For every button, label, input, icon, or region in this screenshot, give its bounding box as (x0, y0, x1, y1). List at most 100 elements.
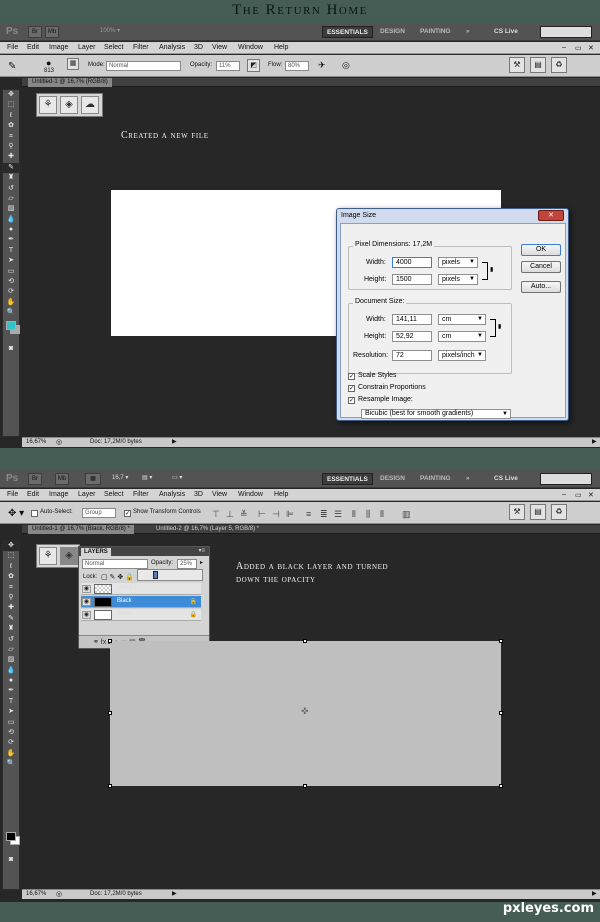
stamp-tool-icon[interactable]: ♜ (3, 624, 19, 634)
transform-handle[interactable] (499, 711, 503, 715)
zoom-level-box[interactable]: 100% ▾ (100, 27, 120, 34)
workspace-more[interactable]: » (462, 26, 474, 38)
menu-image[interactable]: Image (49, 44, 68, 51)
align-top-icon[interactable]: ⊤ (212, 509, 220, 520)
panel-icon-3[interactable]: ♻ (551, 57, 567, 73)
opacity-slider-thumb[interactable] (153, 571, 158, 579)
shape-tool-icon[interactable]: ▭ (3, 267, 19, 277)
dock-icon-2[interactable]: ◈ (60, 96, 78, 114)
resample-method-select[interactable]: Bicubic (best for smooth gradients) ▼ (361, 409, 511, 419)
history-brush-icon[interactable]: ↺ (3, 184, 19, 194)
blend-mode-select[interactable]: Normal (82, 559, 148, 569)
crop-tool-icon[interactable]: ⌗ (3, 583, 19, 593)
workspace-painting[interactable]: PAINTING (416, 473, 455, 485)
transform-center-icon[interactable]: ✜ (301, 706, 309, 717)
zoom-tool-icon[interactable]: 🔍 (3, 308, 19, 318)
layer-row[interactable]: ◉ Layer 1 (81, 583, 201, 595)
hand-tool-icon[interactable]: ✋ (3, 298, 19, 308)
opacity-dropdown-icon[interactable]: ▸ (200, 559, 203, 566)
menu-3d[interactable]: 3D (194, 491, 203, 498)
quick-mask-icon[interactable]: ◙ (3, 855, 19, 865)
zoom-status[interactable]: 16,67% (26, 891, 46, 897)
transform-handle[interactable] (108, 711, 112, 715)
transform-handle[interactable] (108, 639, 112, 643)
workspace-design[interactable]: DESIGN (376, 26, 409, 38)
auto-select-mode-select[interactable]: Group (82, 508, 116, 518)
restore-icon[interactable]: ▭ (575, 491, 582, 499)
cs-live-button[interactable]: CS Live (490, 26, 522, 38)
status-info-icon[interactable]: ◎ (56, 438, 62, 446)
resample-image-checkbox[interactable]: ✓ (348, 397, 355, 404)
align-vcenter-icon[interactable]: ⊥ (226, 509, 234, 520)
dock-icon-1[interactable]: ⚘ (39, 547, 57, 565)
stamp-tool-icon[interactable]: ♜ (3, 173, 19, 183)
history-brush-icon[interactable]: ↺ (3, 635, 19, 645)
brush-tool-icon[interactable]: ✎ (3, 162, 19, 174)
menu-edit[interactable]: Edit (27, 44, 39, 51)
dock-icon-1[interactable]: ⚘ (39, 96, 57, 114)
zoom-status[interactable]: 16,67% (26, 439, 46, 445)
mini-bridge-icon[interactable]: Mb (45, 26, 59, 38)
layers-tab[interactable]: LAYERS (81, 548, 111, 556)
align-hcenter-icon[interactable]: ⊣ (272, 509, 280, 520)
panel-icon-2[interactable]: ▤ (530, 57, 546, 73)
menu-view[interactable]: View (212, 44, 227, 51)
workspace-essentials[interactable]: ESSENTIALS (322, 473, 373, 485)
pixel-width-input[interactable]: 4000 (392, 257, 432, 268)
eraser-tool-icon[interactable]: ▱ (3, 194, 19, 204)
3d-orbit-tool-icon[interactable]: ⟳ (3, 287, 19, 297)
mini-bridge-icon[interactable]: Mb (55, 473, 69, 485)
distribute-vcenter-icon[interactable]: ≣ (320, 509, 328, 520)
brush-preset-icon[interactable]: ● (46, 58, 51, 68)
auto-align-icon[interactable]: ▥ (402, 509, 411, 520)
dodge-tool-icon[interactable]: ● (3, 225, 19, 235)
bridge-icon[interactable]: Br (28, 473, 42, 485)
panel-icon-1[interactable]: ⚒ (509, 57, 525, 73)
healing-tool-icon[interactable]: ✚ (3, 603, 19, 613)
menu-help[interactable]: Help (274, 491, 288, 498)
3d-rotate-tool-icon[interactable]: ⟲ (3, 728, 19, 738)
status-scroll-icon[interactable]: ▶ (592, 890, 597, 897)
status-scroll-icon[interactable]: ▶ (592, 438, 597, 445)
transform-handle[interactable] (303, 639, 307, 643)
visibility-eye-icon[interactable]: ◉ (82, 585, 91, 593)
status-arrow-icon[interactable]: ▶ (172, 890, 177, 897)
doc-width-unit-select[interactable]: cm ▼ (438, 314, 486, 325)
document-tab-1[interactable]: Untitled-1 @ 16,7% (Black, RGB/8) * (28, 525, 134, 534)
flow-field[interactable]: 80% (285, 61, 309, 71)
doc-height-input[interactable]: 52,92 (392, 331, 432, 342)
doc-width-input[interactable]: 141,11 (392, 314, 432, 325)
brush-tool-icon[interactable]: ✎ (8, 61, 16, 72)
move-tool-icon[interactable]: ✥ (3, 541, 19, 552)
distribute-top-icon[interactable]: ≡ (306, 509, 311, 519)
lasso-tool-icon[interactable]: ℓ (3, 562, 19, 572)
dodge-tool-icon[interactable]: ● (3, 676, 19, 686)
3d-orbit-tool-icon[interactable]: ⟳ (3, 738, 19, 748)
constrain-proportions-checkbox[interactable]: ✓ (348, 385, 355, 392)
close-icon[interactable]: ✕ (588, 491, 594, 499)
menu-file[interactable]: File (7, 44, 18, 51)
panel-menu-icon[interactable]: ▾≡ (198, 547, 205, 554)
doc-height-unit-select[interactable]: cm ▼ (438, 331, 486, 342)
marquee-tool-icon[interactable]: ⬚ (3, 551, 19, 561)
menu-edit[interactable]: Edit (27, 491, 39, 498)
ok-button[interactable]: OK (521, 244, 561, 256)
visibility-eye-icon[interactable]: ◉ (82, 611, 91, 619)
healing-tool-icon[interactable]: ✚ (3, 152, 19, 162)
eyedropper-tool-icon[interactable]: ⚲ (3, 593, 19, 603)
search-input[interactable] (540, 26, 592, 38)
pixel-height-input[interactable]: 1500 (392, 274, 432, 285)
panel-icon-2[interactable]: ▤ (530, 504, 546, 520)
align-left-icon[interactable]: ⊢ (258, 509, 266, 520)
gradient-tool-icon[interactable]: ▨ (3, 204, 19, 214)
move-tool-icon[interactable]: ✥ (3, 90, 19, 100)
distribute-right-icon[interactable]: ⦀ (380, 509, 384, 520)
brush-tool-icon[interactable]: ✎ (3, 614, 19, 624)
align-bottom-icon[interactable]: ≚ (240, 509, 248, 520)
dock-icon-2[interactable]: ◈ (60, 547, 78, 565)
menu-window[interactable]: Window (238, 44, 263, 51)
view-extras-icon[interactable]: ▦ (85, 473, 101, 485)
lasso-tool-icon[interactable]: ℓ (3, 111, 19, 121)
scale-styles-checkbox[interactable]: ✓ (348, 373, 355, 380)
distribute-hcenter-icon[interactable]: ⫼ (366, 509, 370, 520)
